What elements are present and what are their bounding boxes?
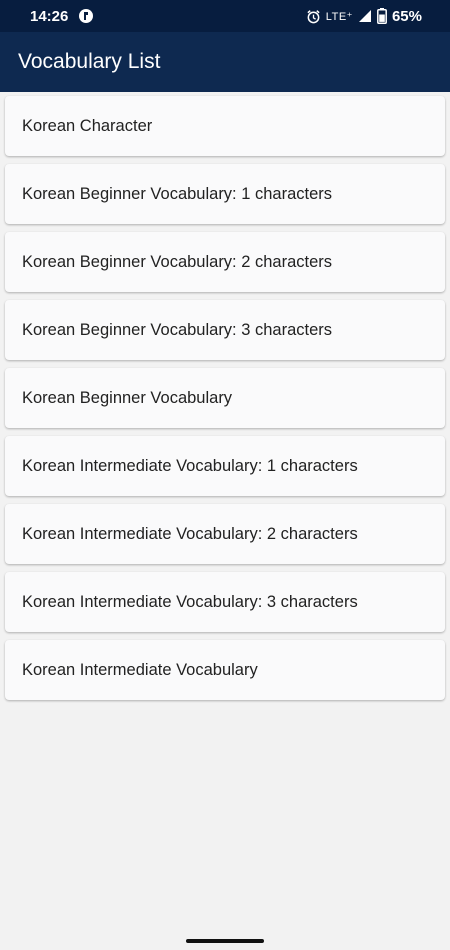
page-title: Vocabulary List	[18, 50, 161, 73]
alarm-icon	[306, 9, 321, 24]
status-right: LTE⁺ 65%	[306, 8, 422, 25]
status-left: 14:26	[30, 8, 94, 25]
app-notification-icon	[78, 8, 94, 24]
list-item-label: Korean Intermediate Vocabulary: 1 charac…	[22, 456, 358, 475]
list-item-beginner-1[interactable]: Korean Beginner Vocabulary: 1 characters	[5, 164, 445, 224]
list-item-label: Korean Beginner Vocabulary: 3 characters	[22, 320, 333, 339]
vocabulary-list: Korean Character Korean Beginner Vocabul…	[0, 92, 450, 708]
battery-icon	[377, 8, 387, 24]
list-item-label: Korean Intermediate Vocabulary: 2 charac…	[22, 524, 358, 543]
status-bar: 14:26 LTE⁺ 65%	[0, 0, 450, 32]
list-item-beginner[interactable]: Korean Beginner Vocabulary	[5, 368, 445, 428]
list-item-korean-character[interactable]: Korean Character	[5, 96, 445, 156]
list-item-label: Korean Intermediate Vocabulary: 3 charac…	[22, 592, 358, 611]
app-bar: Vocabulary List	[0, 32, 450, 92]
list-item-intermediate-1[interactable]: Korean Intermediate Vocabulary: 1 charac…	[5, 436, 445, 496]
signal-icon	[358, 9, 372, 23]
list-item-label: Korean Beginner Vocabulary: 1 characters	[22, 184, 333, 203]
list-item-label: Korean Beginner Vocabulary	[22, 388, 233, 407]
list-item-beginner-2[interactable]: Korean Beginner Vocabulary: 2 characters	[5, 232, 445, 292]
network-type: LTE⁺	[325, 10, 353, 23]
list-item-intermediate[interactable]: Korean Intermediate Vocabulary	[5, 640, 445, 700]
list-item-intermediate-3[interactable]: Korean Intermediate Vocabulary: 3 charac…	[5, 572, 445, 632]
list-item-intermediate-2[interactable]: Korean Intermediate Vocabulary: 2 charac…	[5, 504, 445, 564]
list-item-beginner-3[interactable]: Korean Beginner Vocabulary: 3 characters	[5, 300, 445, 360]
gesture-navigation-handle[interactable]	[186, 939, 264, 943]
list-item-label: Korean Beginner Vocabulary: 2 characters	[22, 252, 333, 271]
list-item-label: Korean Character	[22, 116, 153, 135]
battery-percentage: 65%	[391, 7, 422, 25]
status-time: 14:26	[30, 7, 69, 25]
list-item-label: Korean Intermediate Vocabulary	[22, 660, 258, 679]
